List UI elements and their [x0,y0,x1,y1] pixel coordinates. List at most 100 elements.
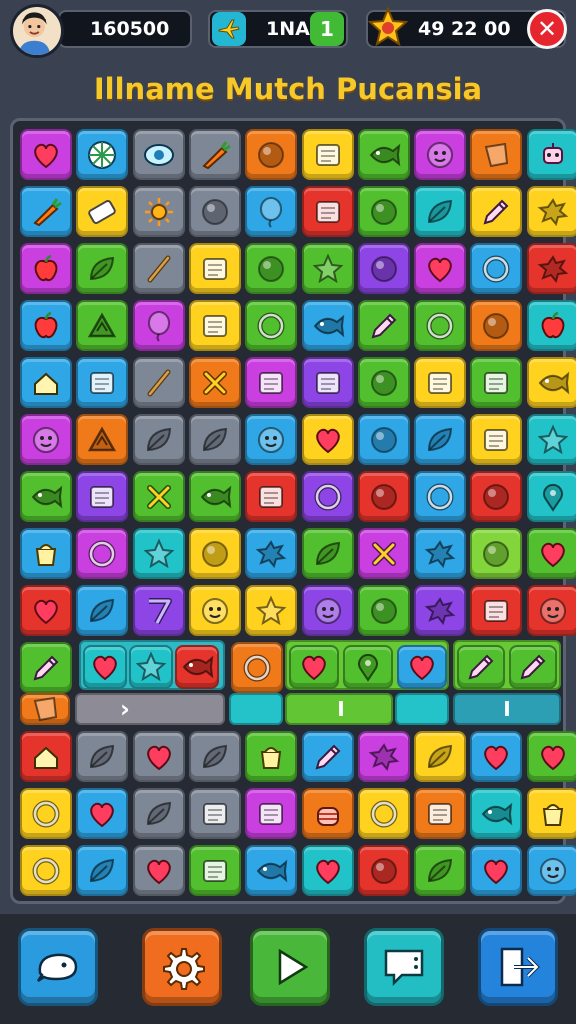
tile-r2-c6[interactable] [301,186,354,237]
tile-r4-c3[interactable] [132,300,185,351]
plane-icon[interactable] [212,12,246,46]
tile-r3-c2[interactable] [76,243,129,294]
tile-r4-c1[interactable] [20,300,72,351]
tile-r1-c1[interactable] [20,129,72,180]
tile-r13-c7[interactable] [357,845,410,896]
tile-r6-c9[interactable] [470,414,523,465]
tile-r8-c3[interactable] [132,528,185,579]
tile-r12-c3[interactable] [132,788,185,839]
tile-r2-c1[interactable] [20,186,72,237]
tile-r11-c4[interactable] [188,731,241,782]
tile-r1-c2[interactable] [76,129,129,180]
tile-r8-c4[interactable] [188,528,241,579]
tile-r6-c8[interactable] [414,414,467,465]
tile-r11-c10[interactable] [526,731,576,782]
tile-r8-c9[interactable] [470,528,523,579]
tile-r1-c8[interactable] [414,129,467,180]
tile-r9-c9[interactable] [470,585,523,636]
play-button[interactable] [250,928,330,1006]
tile-r11-c7[interactable] [357,731,410,782]
progress-start-tile[interactable] [20,693,70,725]
tile-r3-c10[interactable] [526,243,576,294]
tile-r7-c6[interactable] [301,471,354,522]
tile-r6-c7[interactable] [357,414,410,465]
tile-r13-c9[interactable] [470,845,523,896]
tile-r5-c9[interactable] [470,357,523,408]
tile-r3-c4[interactable] [188,243,241,294]
combo-bar-left-item-3[interactable] [175,645,219,689]
tile-r13-c10[interactable] [526,845,576,896]
tile-r7-c4[interactable] [188,471,241,522]
tile-r7-c1[interactable] [20,471,72,522]
combo-bar-right-item-3[interactable] [397,645,447,689]
tile-r1-c10[interactable] [526,129,576,180]
tile-r9-c10[interactable] [526,585,576,636]
tile-r5-c5[interactable] [245,357,298,408]
tile-r1-c6[interactable] [301,129,354,180]
combo-bar-end-item-1[interactable] [457,645,505,689]
tile-r4-c8[interactable] [414,300,467,351]
tile-r9-c1[interactable] [20,585,72,636]
tile-r11-c1[interactable] [20,731,72,782]
tile-r8-c6[interactable] [301,528,354,579]
tile-r2-c2[interactable] [76,186,129,237]
close-button[interactable]: ✕ [527,9,567,49]
tile-r1-c7[interactable] [357,129,410,180]
tile-r1-c3[interactable] [132,129,185,180]
tile-r1-c9[interactable] [470,129,523,180]
tile-r12-c2[interactable] [76,788,129,839]
tile-r4-c7[interactable] [357,300,410,351]
exit-button[interactable] [478,928,558,1006]
tile-r3-c5[interactable] [245,243,298,294]
tile-r12-c6[interactable] [301,788,354,839]
tile-r12-c10[interactable] [526,788,576,839]
tile-r5-c7[interactable] [357,357,410,408]
tile-r4-c2[interactable] [76,300,129,351]
tile-r5-c10[interactable] [526,357,576,408]
tile-r2-c8[interactable] [414,186,467,237]
tile-r5-c8[interactable] [414,357,467,408]
tile-r9-c7[interactable] [357,585,410,636]
combo-bar-left-item-1[interactable] [83,645,127,689]
tile-r3-c8[interactable] [414,243,467,294]
tile-r7-c5[interactable] [245,471,298,522]
tile-r9-c2[interactable] [76,585,129,636]
tile-r12-c9[interactable] [470,788,523,839]
tile-r9-c5[interactable] [245,585,298,636]
tile-r11-c6[interactable] [301,731,354,782]
tile-r5-c1[interactable] [20,357,72,408]
tile-r7-c8[interactable] [414,471,467,522]
tile-r6-c3[interactable] [132,414,185,465]
tile-r6-c1[interactable] [20,414,72,465]
chat-button[interactable] [18,928,98,1006]
tile-r13-c5[interactable] [245,845,298,896]
tile-r11-c2[interactable] [76,731,129,782]
tile-r5-c6[interactable] [301,357,354,408]
tile-r7-c10[interactable] [526,471,576,522]
tile-r3-c9[interactable] [470,243,523,294]
player-avatar[interactable] [10,4,64,58]
tile-r4-c9[interactable] [470,300,523,351]
tile-r12-c7[interactable] [357,788,410,839]
tile-r13-c8[interactable] [414,845,467,896]
tile-r2-c5[interactable] [245,186,298,237]
tile-r13-c6[interactable] [301,845,354,896]
tile-r8-c10[interactable] [526,528,576,579]
combo-bar-left-item-2[interactable] [129,645,173,689]
tile-r2-c10[interactable] [526,186,576,237]
special-tile-mid[interactable] [231,642,283,693]
message-button[interactable] [364,928,444,1006]
tile-r3-c7[interactable] [357,243,410,294]
tile-r5-c2[interactable] [76,357,129,408]
tile-r12-c5[interactable] [245,788,298,839]
tile-r11-c5[interactable] [245,731,298,782]
tile-r8-c8[interactable] [414,528,467,579]
combo-bar-end-item-2[interactable] [509,645,557,689]
combo-bar-right-item-1[interactable] [289,645,339,689]
tile-r7-c7[interactable] [357,471,410,522]
tile-r3-c6[interactable] [301,243,354,294]
tile-r1-c4[interactable] [188,129,241,180]
tile-r7-c9[interactable] [470,471,523,522]
tile-r9-c8[interactable] [414,585,467,636]
tile-r3-c1[interactable] [20,243,72,294]
